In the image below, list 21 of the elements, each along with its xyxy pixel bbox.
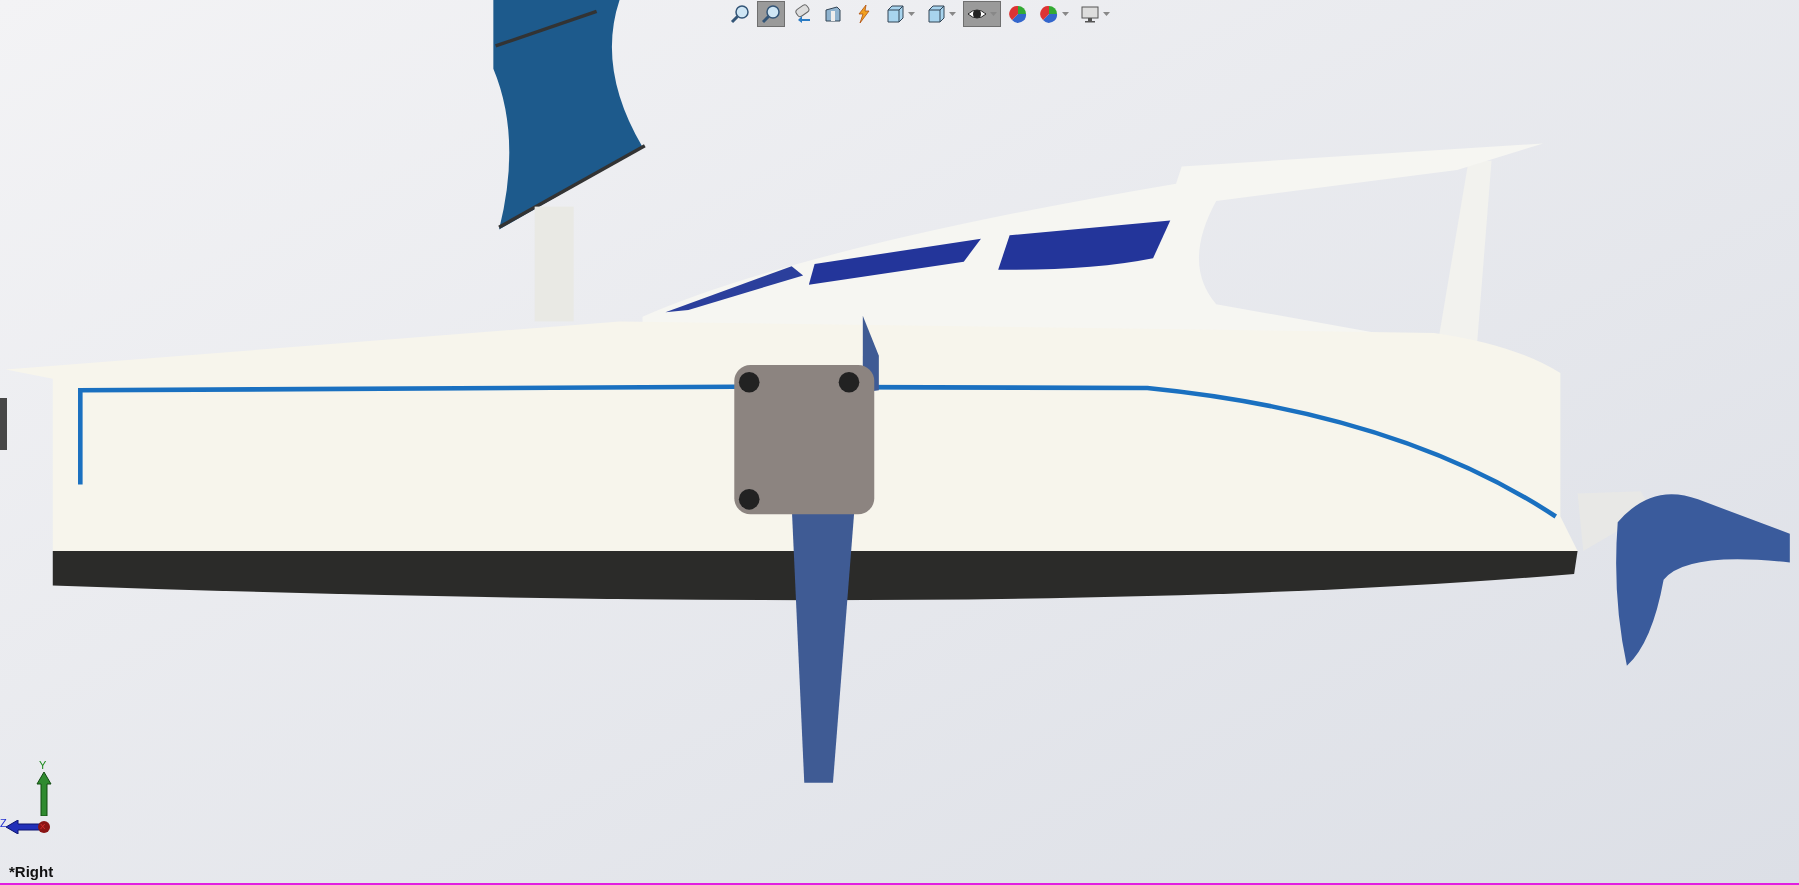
cube-icon <box>885 4 905 24</box>
axis-arrow <box>36 772 52 816</box>
caret-icon <box>908 11 915 17</box>
axis-label: Y <box>39 760 47 771</box>
search-icon <box>761 4 781 24</box>
caret-icon <box>1103 11 1110 17</box>
caret-icon <box>1062 11 1069 17</box>
toolbar-button[interactable] <box>963 1 1001 27</box>
cube-icon <box>926 4 946 24</box>
axis-label: X <box>40 821 46 832</box>
toolbar-button[interactable] <box>757 1 785 27</box>
search-icon <box>730 4 750 24</box>
color-ball-icon <box>1008 4 1028 24</box>
origin-dot <box>38 821 50 833</box>
camera-arrow-icon <box>792 4 812 24</box>
axis-label: Z <box>0 818 7 829</box>
caret-icon <box>949 11 956 17</box>
view-name: *Right <box>9 863 54 880</box>
monitor-icon <box>1080 4 1100 24</box>
color-ball-icon <box>1039 4 1059 24</box>
section-cube-icon <box>823 4 843 24</box>
